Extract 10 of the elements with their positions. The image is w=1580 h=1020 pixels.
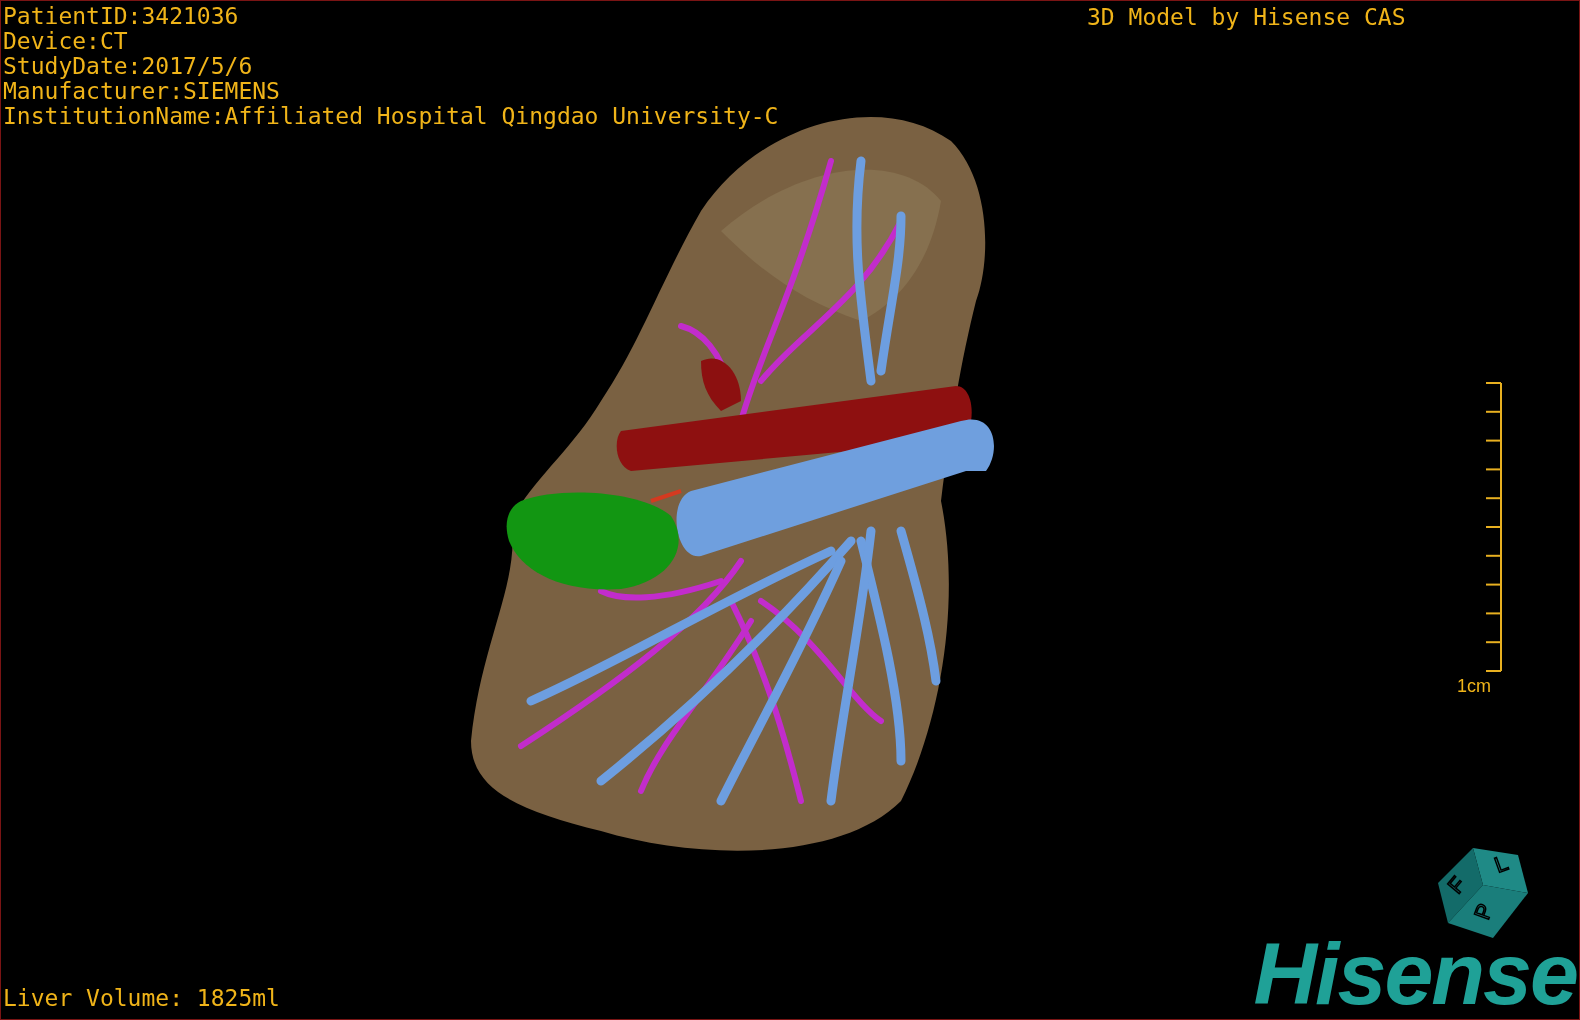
patient-info-text: Device:CT <box>3 29 129 54</box>
scale-bar-icon <box>1485 382 1502 672</box>
patient-info-text: PatientID:3421036 <box>3 4 240 29</box>
scale-bar-label: 1cm <box>1457 676 1491 697</box>
patient-info-text: Manufacturer:SIEMENS <box>3 79 281 104</box>
viewer-title: 3D Model by Hisense CAS <box>1087 5 1406 30</box>
liver-volume-text: Liver Volume: 1825ml <box>3 986 280 1011</box>
brand-logo: Hisense <box>1253 929 1577 1019</box>
patient-info-text: InstitutionName:Affiliated Hospital Qingdao University-C <box>3 104 779 129</box>
patient-info-text: StudyDate:2017/5/6 <box>3 54 254 79</box>
